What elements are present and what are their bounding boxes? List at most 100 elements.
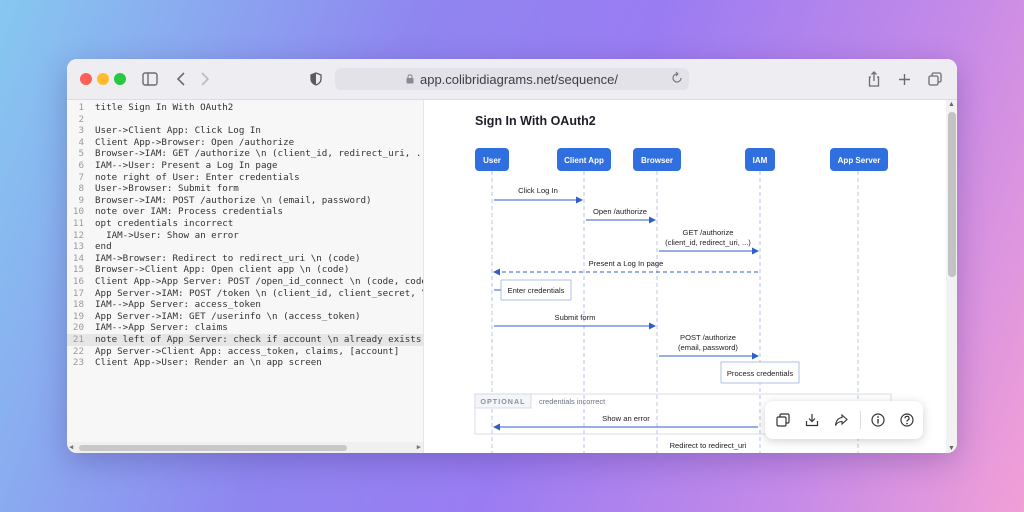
label-post-authorize-1: POST /authorize (680, 333, 736, 342)
participant-app-server[interactable]: App Server (830, 148, 888, 171)
label-open-authorize: Open /authorize (593, 207, 647, 216)
line-number: 8 (78, 183, 84, 195)
line-number: 9 (78, 194, 84, 206)
copy-icon[interactable] (774, 411, 792, 429)
line-number: 1 (78, 102, 84, 113)
close-window-button[interactable] (80, 73, 92, 85)
editor-line[interactable]: 3 User->Client App: Click Log In (67, 125, 423, 137)
editor-line[interactable]: 12 IAM->User: Show an error (67, 230, 423, 242)
svg-text:IAM: IAM (753, 156, 768, 165)
participant-client-app[interactable]: Client App (557, 148, 611, 171)
line-number: 19 (72, 310, 84, 322)
editor-line[interactable]: 6 IAM-->User: Present a Log In page (67, 160, 423, 172)
line-number: 11 (72, 218, 84, 229)
editor-line[interactable]: 22 App Server->Client App: access_token, … (67, 346, 423, 358)
line-code: note right of User: Enter credentials (95, 171, 300, 183)
line-number: 21 (72, 334, 84, 345)
scroll-up-icon[interactable]: ▲ (948, 101, 955, 108)
participant-browser[interactable]: Browser (633, 148, 681, 171)
editor-line[interactable]: 15 Browser->Client App: Open client app \… (67, 264, 423, 276)
editor-line[interactable]: 18 IAM-->App Server: access_token (67, 299, 423, 311)
code-editor[interactable]: 23 Client App->User: Render an \n app scr… (67, 100, 423, 453)
line-code: User->Client App: Click Log In (95, 125, 261, 137)
reload-icon[interactable] (671, 71, 683, 88)
minimize-window-button[interactable] (97, 73, 109, 85)
line-number: 15 (72, 264, 84, 276)
line-code: Browser->IAM: POST /authorize \n (email,… (95, 194, 372, 206)
message-labels: Click Log In Open /authorize GET /author… (518, 186, 751, 450)
share-page-icon[interactable] (867, 69, 881, 89)
vertical-scrollbar[interactable]: ▲ ▼ (946, 100, 957, 453)
vertical-scroll-thumb[interactable] (948, 112, 956, 277)
line-number: 12 (72, 229, 84, 241)
editor-line[interactable]: 8 User->Browser: Submit form (67, 183, 423, 195)
editor-line[interactable]: 7 note right of User: Enter credentials (67, 172, 423, 184)
editor-line[interactable]: 17 App Server->IAM: POST /token \n (clien… (67, 288, 423, 300)
note-process-credentials[interactable]: Process credentials (720, 361, 800, 384)
lock-icon (406, 72, 414, 87)
editor-line[interactable]: 1 title Sign In With OAuth2 (67, 102, 423, 114)
participant-iam[interactable]: IAM (745, 148, 775, 171)
browser-titlebar: app.colibridiagrams.net/sequence/ (67, 59, 957, 100)
sidebar-toggle-icon[interactable] (141, 69, 159, 89)
line-code: App Server->IAM: POST /token \n (client_… (95, 287, 423, 299)
optional-condition: credentials incorrect (539, 397, 605, 406)
editor-line[interactable]: 19 App Server->IAM: GET /userinfo \n (acc… (67, 311, 423, 323)
line-number: 20 (72, 322, 84, 334)
line-code: IAM->User: Show an error (95, 229, 239, 241)
line-number: 16 (72, 276, 84, 287)
privacy-shield-icon[interactable] (309, 69, 323, 89)
editor-line[interactable]: 13 end (67, 241, 423, 253)
line-number: 6 (78, 160, 84, 171)
optional-label: OPTIONAL (480, 397, 525, 406)
share-icon[interactable] (832, 411, 850, 429)
editor-line[interactable]: 14 IAM->Browser: Redirect to redirect_uri… (67, 253, 423, 265)
editor-line[interactable]: 11 opt credentials incorrect (67, 218, 423, 230)
note-enter-credentials[interactable]: Enter credentials (494, 279, 572, 301)
download-icon[interactable] (803, 411, 821, 429)
forward-icon[interactable] (199, 69, 211, 89)
diagram-title: Sign In With OAuth2 (475, 114, 596, 128)
tab-overview-icon[interactable] (928, 69, 942, 89)
line-code: Client App->User: Render an \n app scree… (95, 357, 322, 369)
scroll-right-icon[interactable]: ▶ (417, 442, 421, 453)
info-icon[interactable] (869, 411, 887, 429)
line-number: 22 (72, 345, 84, 357)
scroll-down-icon[interactable]: ▼ (948, 445, 955, 452)
horizontal-scrollbar[interactable]: ◀ ▶ (67, 442, 423, 453)
help-icon[interactable] (898, 411, 916, 429)
line-code: end (95, 241, 112, 253)
maximize-window-button[interactable] (114, 73, 126, 85)
editor-line[interactable]: 4 Client App->Browser: Open /authorize (67, 137, 423, 149)
line-code: note over IAM: Process credentials (95, 206, 284, 218)
editor-line[interactable]: 23 Client App->User: Render an \n app scr… (67, 357, 423, 369)
address-bar[interactable]: app.colibridiagrams.net/sequence/ (335, 68, 689, 90)
editor-line[interactable]: 9 Browser->IAM: POST /authorize \n (email… (67, 195, 423, 207)
editor-line[interactable]: 16 Client App->App Server: POST /open_id_… (67, 276, 423, 288)
participant-user[interactable]: User (475, 148, 509, 171)
editor-line[interactable]: 5 Browser->IAM: GET /authorize \n (client… (67, 148, 423, 160)
new-tab-icon[interactable] (897, 69, 911, 89)
line-code: IAM-->App Server: access_token (95, 299, 261, 311)
editor-line[interactable]: 2 (67, 114, 423, 126)
line-code: App Server->Client App: access_token, cl… (95, 345, 400, 357)
label-present-login: Present a Log In page (589, 259, 664, 268)
horizontal-scroll-thumb[interactable] (79, 445, 347, 451)
url-text: app.colibridiagrams.net/sequence/ (419, 71, 618, 87)
back-icon[interactable] (175, 69, 187, 89)
svg-text:Client App: Client App (564, 156, 604, 165)
scroll-left-icon[interactable]: ◀ (69, 442, 73, 453)
label-submit-form: Submit form (555, 313, 596, 322)
editor-line[interactable]: 21 note left of App Server: check if acco… (67, 334, 423, 346)
editor-line[interactable]: 20 IAM-->App Server: claims (67, 322, 423, 334)
svg-text:Process credentials: Process credentials (727, 369, 793, 378)
line-code: Browser->Client App: Open client app \n … (95, 264, 350, 276)
line-number: 3 (78, 125, 84, 137)
line-code: IAM-->App Server: claims (95, 322, 228, 334)
svg-text:Browser: Browser (641, 156, 673, 165)
browser-window: app.colibridiagrams.net/sequence/ 23 Clie… (67, 59, 957, 453)
line-number: 17 (72, 287, 84, 299)
editor-line[interactable]: 10 note over IAM: Process credentials (67, 206, 423, 218)
line-number: 10 (72, 206, 84, 218)
line-number: 14 (72, 252, 84, 264)
